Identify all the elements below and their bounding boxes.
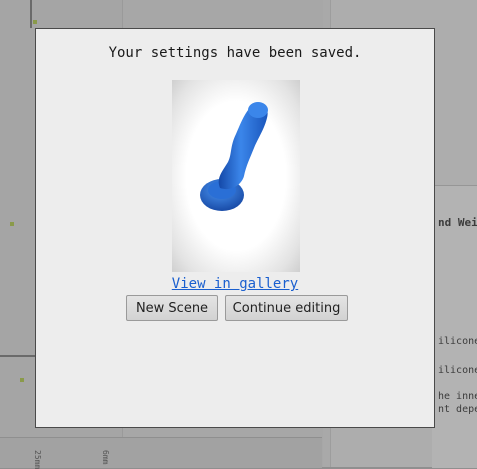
curve-control-point (33, 20, 37, 24)
continue-editing-button[interactable]: Continue editing (225, 295, 348, 321)
ruler-label: 25mm (33, 450, 42, 469)
background-text: he inne (438, 391, 477, 402)
background-text: ilicone (438, 365, 477, 376)
blue-model-icon (200, 102, 268, 211)
curve-line (0, 355, 35, 357)
background-text: ilicone, (438, 336, 477, 347)
background-section-heading: nd Wei (438, 216, 477, 229)
curve-line (30, 0, 32, 28)
model-preview-image (172, 80, 300, 272)
view-in-gallery-link[interactable]: View in gallery (36, 276, 434, 292)
curve-control-point (10, 222, 14, 226)
curve-control-point (20, 378, 24, 382)
ruler-label: 6mm (101, 450, 110, 465)
new-scene-button[interactable]: New Scene (126, 295, 218, 321)
settings-saved-dialog: Your settings have been saved. View in g… (35, 28, 435, 428)
background-ruler: 25mm 6mm (0, 437, 322, 469)
background-text: nt depen (438, 404, 477, 415)
dialog-message: Your settings have been saved. (108, 45, 362, 61)
